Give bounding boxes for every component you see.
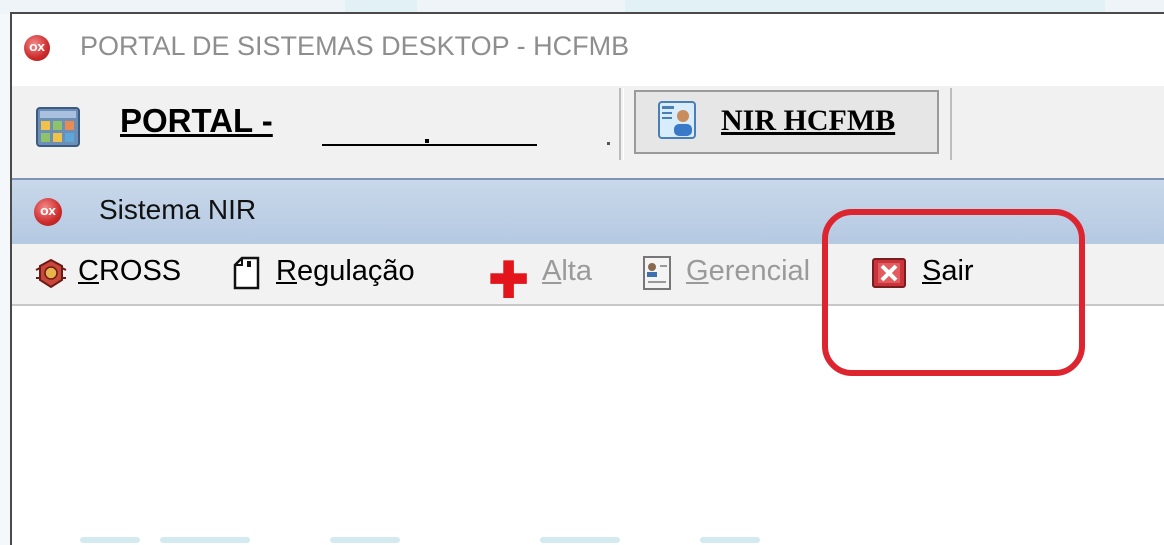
background-bottom (0, 533, 1164, 543)
menu-label-rest: erencial (708, 255, 811, 287)
tab-separator (950, 88, 952, 160)
menu-label-rest: air (941, 255, 974, 287)
background-shape (700, 537, 760, 543)
red-cross-icon (490, 260, 527, 298)
menu-label-rest: egulação (296, 255, 415, 287)
content-area (12, 306, 1164, 545)
tab-portal[interactable]: PORTAL - (32, 94, 612, 154)
menu-label-gerencial: Gerencial (686, 255, 810, 288)
background-shape (80, 537, 140, 543)
tab-separator (619, 88, 621, 160)
menu-bar: CROSS Regulação Alta Gerencial Sair (12, 244, 1164, 306)
mnemonic-letter: R (276, 255, 297, 287)
menu-label-cross: CROSS (78, 255, 181, 288)
menu-label-rest: ROSS (98, 255, 182, 287)
tab-nir-hcfmb[interactable]: NIR HCFMB (634, 90, 939, 154)
background-shape (330, 537, 400, 543)
mnemonic-letter: G (686, 255, 709, 287)
tab-nir-label: NIR HCFMB (721, 104, 896, 137)
child-window-titlebar: OX Sistema NIR (12, 178, 1164, 244)
redacted-mark (425, 139, 429, 143)
window-title: PORTAL DE SISTEMAS DESKTOP - HCFMB (80, 31, 630, 61)
mnemonic-letter: S (922, 255, 942, 287)
user-badge-icon (658, 101, 696, 139)
id-card-icon (643, 256, 671, 290)
app-logo-icon: OX (24, 35, 50, 61)
document-icon (233, 256, 260, 290)
menu-label-rest: lta (561, 255, 592, 287)
child-window-logo-icon: OX (34, 198, 62, 226)
background-shape (160, 537, 250, 543)
tab-portal-label: PORTAL - (120, 102, 273, 139)
title-bar: OX PORTAL DE SISTEMAS DESKTOP - HCFMB (12, 14, 1164, 86)
mnemonic-letter: C (78, 255, 99, 287)
redacted-line (322, 144, 537, 146)
tab-separator (623, 88, 624, 160)
redacted-mark (607, 142, 610, 145)
crest-icon (35, 258, 67, 289)
menu-label-regulacao: Regulação (276, 255, 415, 288)
menu-label-sair: Sair (922, 255, 974, 288)
child-window-title: Sistema NIR (99, 194, 257, 225)
menu-label-alta: Alta (542, 255, 592, 288)
tab-bar: PORTAL - NIR HCFMB (12, 86, 1164, 178)
background-shape (540, 537, 620, 543)
portal-grid-icon (36, 107, 80, 147)
main-window: OX PORTAL DE SISTEMAS DESKTOP - HCFMB PO… (10, 12, 1164, 545)
exit-icon (872, 258, 906, 288)
mnemonic-letter: A (542, 255, 562, 287)
